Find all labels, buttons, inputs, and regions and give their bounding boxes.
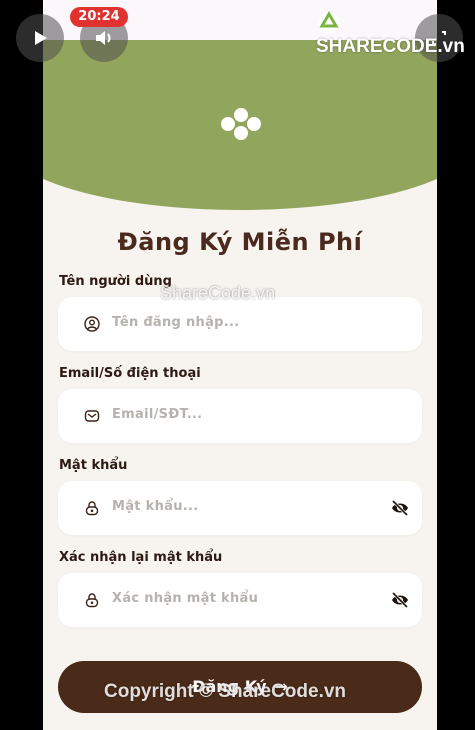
play-icon [35,31,47,45]
eye-off-icon[interactable] [390,499,410,517]
logo-text: SHARECODE.vn [316,36,465,57]
center-watermark: ShareCode.vn [160,283,276,303]
recording-time-badge: 20:24 [70,7,128,27]
sharecode-logo: SHARECODE.vn [316,10,475,57]
flower-icon [221,108,261,140]
confirm-password-field[interactable]: Xác nhận mật khẩu [58,573,422,627]
user-icon [84,316,100,332]
username-field[interactable]: Tên đăng nhập... [58,297,422,351]
password-field[interactable]: Mật khẩu... [58,481,422,535]
play-button[interactable] [16,14,64,62]
lock-icon [85,501,99,516]
email-label: Email/Số điện thoại [59,366,201,381]
phone-screen: Đăng Ký Miễn Phí Tên người dùng Tên đăng… [43,0,437,730]
recycle-icon [318,11,340,34]
confirm-password-input[interactable]: Xác nhận mật khẩu [112,591,258,606]
password-input[interactable]: Mật khẩu... [112,499,199,514]
email-input[interactable]: Email/SĐT... [112,407,202,422]
username-input[interactable]: Tên đăng nhập... [112,315,240,330]
mail-icon [84,410,100,422]
password-label: Mật khẩu [59,458,128,473]
email-field[interactable]: Email/SĐT... [58,389,422,443]
page-title: Đăng Ký Miễn Phí [117,228,363,256]
lock-icon [85,593,99,608]
confirm-password-label: Xác nhận lại mật khẩu [59,550,223,565]
copyright-watermark: Copyright © ShareCode.vn [104,681,347,702]
username-label: Tên người dùng [59,274,172,289]
eye-off-icon[interactable] [390,591,410,609]
